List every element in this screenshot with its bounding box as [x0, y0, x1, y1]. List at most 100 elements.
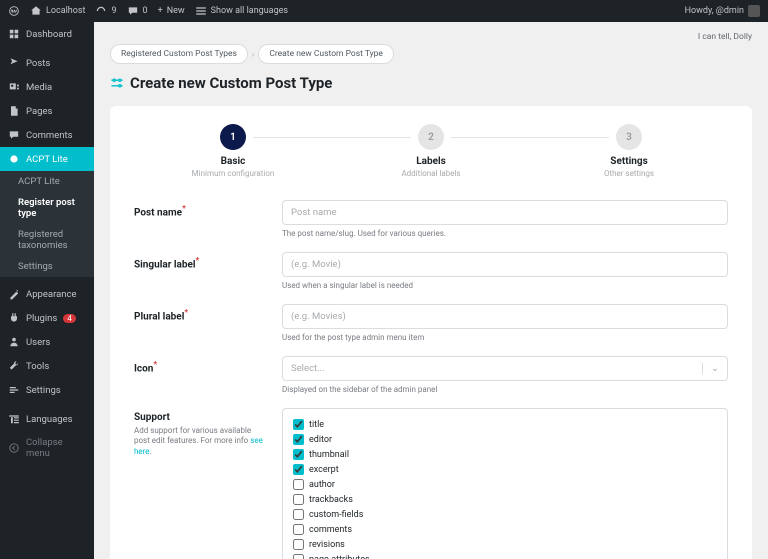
post-name-help: The post name/slug. Used for various que… [282, 229, 728, 238]
sidebar-item-label: Settings [26, 385, 61, 396]
sidebar-item-posts[interactable]: Posts [0, 51, 94, 75]
support-option-page-attributes[interactable]: page-attributes [293, 552, 717, 559]
step-basic[interactable]: 1 Basic Minimum configuration [134, 124, 332, 178]
step-subtitle: Additional labels [332, 169, 530, 178]
support-checkbox[interactable] [293, 539, 304, 550]
support-checklist: title editor thumbnail excerpt author trackba… [282, 408, 728, 559]
singular-label: Singular label* [134, 256, 264, 270]
step-title: Settings [530, 156, 728, 167]
support-checkbox[interactable] [293, 449, 304, 460]
step-num: 3 [616, 124, 642, 150]
sidebar-item-media[interactable]: Media [0, 75, 94, 99]
breadcrumb-item[interactable]: Registered Custom Post Types [110, 44, 248, 64]
new-link[interactable]: + New [158, 6, 185, 16]
show-langs[interactable]: Show all languages [195, 5, 288, 17]
support-checkbox[interactable] [293, 419, 304, 430]
support-option-label: author [309, 480, 335, 490]
icon-help: Displayed on the sidebar of the admin pa… [282, 385, 728, 394]
icon-select[interactable]: Select... ⌄ [282, 356, 728, 381]
sidebar-item-dashboard[interactable]: Dashboard [0, 22, 94, 46]
howdy-user[interactable]: Howdy, @dmin [685, 5, 760, 17]
support-checkbox[interactable] [293, 464, 304, 475]
support-option-title[interactable]: title [293, 417, 717, 432]
singular-input[interactable] [282, 252, 728, 277]
avatar [748, 5, 760, 17]
sidebar-item-settings[interactable]: Settings [0, 378, 94, 402]
sidebar-item-languages[interactable]: Languages [0, 407, 94, 431]
admin-bar: Localhost 9 0 + New Show all languages H… [0, 0, 768, 22]
wp-logo[interactable] [8, 5, 20, 17]
sidebar-item-label: Users [26, 337, 50, 348]
sidebar-item-pages[interactable]: Pages [0, 99, 94, 123]
hello-dolly: I can tell, Dolly [110, 32, 752, 42]
step-title: Basic [134, 156, 332, 167]
support-checkbox[interactable] [293, 494, 304, 505]
main-content: I can tell, Dolly Registered Custom Post… [94, 22, 768, 559]
support-option-label: excerpt [309, 465, 339, 475]
sidebar-item-comments[interactable]: Comments [0, 123, 94, 147]
submenu-register-post-type[interactable]: Register post type [0, 192, 94, 224]
support-option-thumbnail[interactable]: thumbnail [293, 447, 717, 462]
sidebar-item-label: ACPT Lite [26, 154, 68, 165]
sidebar-item-label: Tools [26, 361, 49, 372]
support-option-label: editor [309, 435, 332, 445]
sidebar-item-label: Comments [26, 130, 73, 141]
plugin-update-badge: 4 [63, 314, 76, 323]
support-checkbox[interactable] [293, 434, 304, 445]
submenu-acpt-lite[interactable]: ACPT Lite [0, 171, 94, 192]
form-card: 1 Basic Minimum configuration 2 Labels A… [110, 106, 752, 559]
step-subtitle: Minimum configuration [134, 169, 332, 178]
sidebar-item-users[interactable]: Users [0, 330, 94, 354]
post-name-label: Post name* [134, 204, 264, 218]
support-checkbox[interactable] [293, 509, 304, 520]
step-num: 2 [418, 124, 444, 150]
support-checkbox[interactable] [293, 554, 304, 559]
select-placeholder: Select... [291, 363, 325, 374]
support-option-comments[interactable]: comments [293, 522, 717, 537]
chevron-right-icon: › [252, 44, 254, 64]
sidebar-collapse[interactable]: Collapse menu [0, 431, 94, 465]
sidebar-item-label: Languages [26, 414, 73, 425]
icon-label: Icon* [134, 360, 264, 374]
breadcrumb: Registered Custom Post Types › Create ne… [110, 44, 752, 64]
sidebar-item-label: Plugins [26, 313, 57, 324]
site-home[interactable]: Localhost [30, 5, 85, 17]
submenu-taxonomies[interactable]: Registered taxonomies [0, 224, 94, 256]
plural-input[interactable] [282, 304, 728, 329]
sidebar-item-plugins[interactable]: Plugins 4 [0, 306, 94, 330]
admin-sidebar: Dashboard Posts Media Pages Comments ACP… [0, 22, 94, 559]
support-option-editor[interactable]: editor [293, 432, 717, 447]
comments-link[interactable]: 0 [127, 5, 148, 17]
support-checkbox[interactable] [293, 479, 304, 490]
sidebar-item-label: Collapse menu [26, 437, 86, 459]
support-sublabel: Add support for various available post e… [134, 426, 264, 457]
singular-help: Used when a singular label is needed [282, 281, 728, 290]
post-name-input[interactable] [282, 200, 728, 225]
step-settings[interactable]: 3 Settings Other settings [530, 124, 728, 178]
stepper: 1 Basic Minimum configuration 2 Labels A… [134, 124, 728, 178]
updates-link[interactable]: 9 [95, 5, 116, 17]
settings-icon [110, 76, 124, 90]
support-option-label: trackbacks [309, 495, 353, 505]
breadcrumb-item: Create new Custom Post Type [258, 44, 394, 64]
sidebar-item-appearance[interactable]: Appearance [0, 282, 94, 306]
sidebar-item-acpt[interactable]: ACPT Lite [0, 147, 94, 171]
support-option-label: revisions [309, 540, 345, 550]
step-title: Labels [332, 156, 530, 167]
plural-help: Used for the post type admin menu item [282, 333, 728, 342]
sidebar-item-label: Dashboard [26, 29, 72, 40]
support-option-custom-fields[interactable]: custom-fields [293, 507, 717, 522]
sidebar-item-label: Pages [26, 106, 52, 117]
support-option-label: page-attributes [309, 555, 370, 559]
sidebar-item-tools[interactable]: Tools [0, 354, 94, 378]
support-option-author[interactable]: author [293, 477, 717, 492]
support-option-excerpt[interactable]: excerpt [293, 462, 717, 477]
support-checkbox[interactable] [293, 524, 304, 535]
support-option-trackbacks[interactable]: trackbacks [293, 492, 717, 507]
page-title: Create new Custom Post Type [110, 74, 752, 92]
step-labels[interactable]: 2 Labels Additional labels [332, 124, 530, 178]
submenu-settings[interactable]: Settings [0, 256, 94, 277]
chevron-down-icon: ⌄ [702, 363, 719, 374]
support-option-revisions[interactable]: revisions [293, 537, 717, 552]
support-option-label: title [309, 420, 324, 430]
